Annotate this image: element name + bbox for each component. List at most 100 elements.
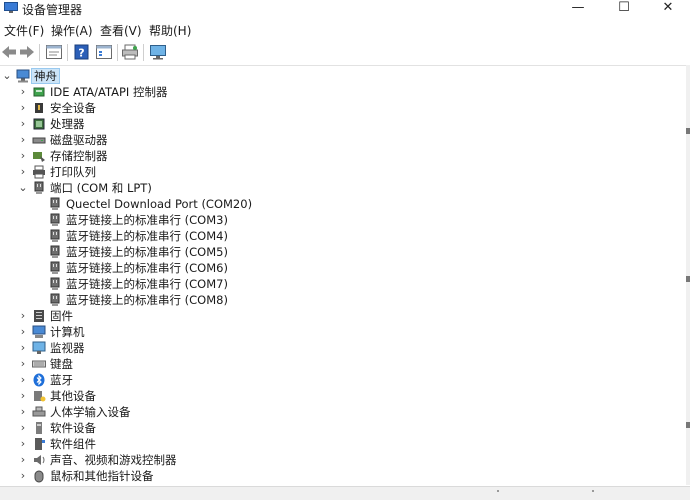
keyboard-icon [32, 360, 46, 368]
expand-chevron-icon[interactable]: › [18, 388, 28, 404]
menu-action[interactable]: 操作(A) [51, 22, 93, 39]
expand-chevron-icon[interactable]: › [18, 132, 28, 148]
tree-item-label: 蓝牙链接上的标准串行 (COM6) [66, 261, 228, 275]
expand-chevron-icon[interactable]: › [18, 308, 28, 324]
tree-category[interactable]: › 固件 [0, 308, 660, 324]
tree-item-label: 监视器 [50, 341, 85, 355]
expand-chevron-icon[interactable]: › [18, 436, 28, 452]
tree-root[interactable]: ⌄ 神舟 [0, 68, 200, 84]
menu-file[interactable]: 文件(F) [4, 22, 44, 39]
maximize-button[interactable]: ☐ [604, 0, 644, 16]
device-list-icon[interactable] [95, 44, 113, 60]
tree-category[interactable]: › 监视器 [0, 340, 660, 356]
print-icon[interactable] [121, 44, 139, 60]
storage-controller-icon [33, 152, 45, 162]
menu-help[interactable]: 帮助(H) [149, 22, 191, 39]
status-bar [0, 486, 690, 500]
computer-root-icon [16, 69, 30, 83]
tree-item-label: 固件 [50, 309, 73, 323]
tree-item-label: 存储控制器 [50, 149, 108, 163]
tree-root-label: 神舟 [31, 68, 60, 84]
processor-icon [33, 118, 45, 130]
tree-category[interactable]: › 声音、视频和游戏控制器 [0, 452, 660, 468]
help-icon[interactable]: ? [73, 44, 91, 60]
tree-item-label: 其他设备 [50, 389, 96, 403]
tree-item-label: 蓝牙链接上的标准串行 (COM3) [66, 213, 228, 227]
port-icon [50, 277, 60, 290]
tree-device[interactable]: 蓝牙链接上的标准串行 (COM7) [0, 276, 660, 292]
expand-chevron-icon[interactable]: › [18, 116, 28, 132]
tree-category[interactable]: › 人体学输入设备 [0, 404, 660, 420]
bluetooth-icon [33, 373, 45, 387]
tree-device[interactable]: 蓝牙链接上的标准串行 (COM4) [0, 228, 660, 244]
other-devices-icon [34, 391, 46, 402]
tree-device[interactable]: Quectel Download Port (COM20) [0, 196, 660, 212]
tree-category[interactable]: › 处理器 [0, 116, 660, 132]
tree-item-label: 鼠标和其他指针设备 [50, 469, 154, 483]
expand-chevron-icon[interactable]: › [18, 372, 28, 388]
ide-controller-icon [33, 87, 45, 97]
close-button[interactable]: ✕ [648, 0, 688, 16]
expand-chevron-icon[interactable]: › [18, 164, 28, 180]
expand-chevron-icon[interactable]: › [18, 404, 28, 420]
tree-category[interactable]: › 软件组件 [0, 436, 660, 452]
port-icon [50, 197, 60, 210]
tree-item-label: 打印队列 [50, 165, 96, 179]
tree-item-label: Quectel Download Port (COM20) [66, 197, 253, 211]
tree-device[interactable]: 蓝牙链接上的标准串行 (COM5) [0, 244, 660, 260]
forward-arrow-icon[interactable] [18, 44, 36, 60]
window-title: 设备管理器 [22, 3, 83, 17]
expand-chevron-icon[interactable]: › [18, 324, 28, 340]
properties-icon[interactable] [45, 44, 63, 60]
menu-view[interactable]: 查看(V) [100, 22, 142, 39]
tree-item-label: 蓝牙链接上的标准串行 (COM7) [66, 277, 228, 291]
collapse-chevron-icon[interactable]: ⌄ [18, 180, 28, 196]
menu-bar: 文件(F) 操作(A) 查看(V) 帮助(H) [0, 20, 690, 40]
toolbar-separator [67, 44, 68, 61]
tree-category[interactable]: › 鼠标和其他指针设备 [0, 468, 660, 484]
tree-category[interactable]: ⌄ 端口 (COM 和 LPT) [0, 180, 660, 196]
security-device-icon [35, 103, 43, 113]
tree-category[interactable]: › 打印队列 [0, 164, 660, 180]
tree-item-label: 声音、视频和游戏控制器 [50, 453, 177, 467]
port-icon [34, 181, 44, 194]
mouse-icon [34, 470, 44, 483]
title-bar: 设备管理器 — ☐ ✕ [0, 0, 690, 18]
tree-device[interactable]: 蓝牙链接上的标准串行 (COM3) [0, 212, 660, 228]
tree-category[interactable]: › 磁盘驱动器 [0, 132, 660, 148]
minimize-button[interactable]: — [558, 0, 598, 16]
tree-category[interactable]: › 键盘 [0, 356, 660, 372]
tree-category[interactable]: › 蓝牙 [0, 372, 660, 388]
port-icon [50, 261, 60, 274]
expand-chevron-icon[interactable]: › [18, 340, 28, 356]
expand-chevron-icon[interactable]: › [18, 84, 28, 100]
tree-item-label: 人体学输入设备 [50, 405, 131, 419]
tree-category[interactable]: › 其他设备 [0, 388, 660, 404]
expand-chevron-icon[interactable]: › [18, 148, 28, 164]
expand-chevron-icon[interactable]: › [18, 420, 28, 436]
tree-category[interactable]: › 安全设备 [0, 100, 660, 116]
tree-device[interactable]: 蓝牙链接上的标准串行 (COM8) [0, 292, 660, 308]
tree-item-label: 蓝牙 [50, 373, 73, 387]
expand-chevron-icon[interactable]: › [18, 452, 28, 468]
tree-item-label: 软件设备 [50, 421, 96, 435]
collapse-chevron-icon[interactable]: ⌄ [2, 68, 12, 84]
expand-chevron-icon[interactable]: › [18, 356, 28, 372]
monitor-icon[interactable] [149, 44, 167, 60]
tree-device[interactable]: 蓝牙链接上的标准串行 (COM6) [0, 260, 660, 276]
tree-category[interactable]: › 软件设备 [0, 420, 660, 436]
tree-category[interactable]: › IDE ATA/ATAPI 控制器 [0, 84, 660, 100]
tree-category[interactable]: › 存储控制器 [0, 148, 660, 164]
expand-chevron-icon[interactable]: › [18, 468, 28, 484]
tree-item-label: 磁盘驱动器 [50, 133, 108, 147]
monitor-icon [32, 341, 46, 354]
status-grip [592, 490, 594, 492]
expand-chevron-icon[interactable]: › [18, 100, 28, 116]
port-icon [50, 245, 60, 258]
device-tree[interactable]: ⌄ 神舟 › IDE ATA/ATAPI 控制器 › 安全设备 › 处理器 › 磁盘驱动器 › 存… [0, 67, 686, 485]
tree-item-label: 蓝牙链接上的标准串行 (COM5) [66, 245, 228, 259]
back-arrow-icon[interactable] [0, 44, 18, 60]
svg-text:?: ? [78, 47, 84, 60]
software-device-icon [36, 422, 42, 434]
tree-category[interactable]: › 计算机 [0, 324, 660, 340]
